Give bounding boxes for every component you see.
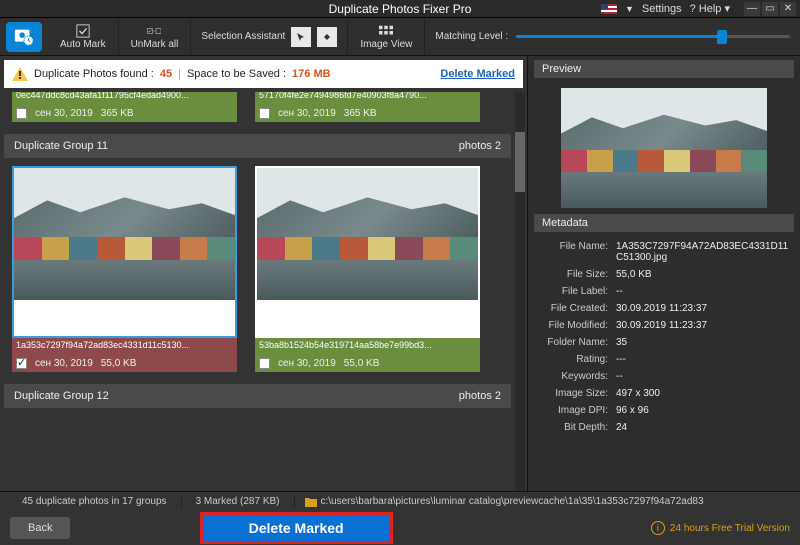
group-header: Duplicate Group 12photos 2	[4, 384, 511, 408]
minimize-button[interactable]: —	[744, 2, 760, 16]
info-bar: Duplicate Photos found : 45 | Space to b…	[4, 60, 523, 88]
checkbox[interactable]	[16, 108, 27, 119]
matching-slider[interactable]	[516, 35, 790, 38]
thumbnail-card[interactable]: 53ba8b1524b54e319714aa58be7e99bd3... сен…	[255, 166, 480, 372]
status-path: c:\users\barbara\pictures\luminar catalo…	[295, 496, 704, 507]
language-flag[interactable]	[601, 4, 617, 14]
checkbox[interactable]	[259, 358, 270, 369]
metadata-row: Image DPI:96 x 96	[538, 402, 790, 419]
preview-image	[561, 88, 767, 208]
metadata-row: File Modified:30.09.2019 11:23:37	[538, 317, 790, 334]
maximize-button[interactable]: ▭	[762, 2, 778, 16]
thumbnail-image	[14, 168, 235, 300]
metadata-panel: File Name:1A353C7297F94A72AD83EC4331D11C…	[534, 236, 794, 438]
warning-icon	[12, 67, 28, 81]
selection-assistant-label: Selection Assistant	[201, 31, 285, 42]
found-count: 45	[160, 68, 172, 80]
unmark-icon	[147, 24, 161, 38]
metadata-row: Bit Depth:24	[538, 419, 790, 436]
metadata-row: File Size:55,0 KB	[538, 266, 790, 283]
imageview-button[interactable]: Image View	[348, 19, 425, 55]
close-button[interactable]: ✕	[780, 2, 796, 16]
matching-level-label: Matching Level :	[435, 31, 508, 42]
status-bar: 45 duplicate photos in 17 groups 3 Marke…	[0, 491, 800, 511]
checkbox[interactable]	[259, 108, 270, 119]
scrollbar[interactable]	[515, 92, 525, 491]
metadata-row: Rating:---	[538, 351, 790, 368]
status-marked: 3 Marked (287 KB)	[182, 496, 295, 507]
grid-icon	[379, 24, 393, 38]
thumbnail-card[interactable]: 1a353c7297f94a72ad83ec4331d11c5130... се…	[12, 166, 237, 372]
thumbnail-strip[interactable]: 57170f4fe2e7494986fd7e40903f8a4790... се…	[255, 92, 480, 122]
delete-marked-button[interactable]: Delete Marked	[200, 512, 393, 544]
metadata-row: File Created:30.09.2019 11:23:37	[538, 300, 790, 317]
app-logo	[6, 22, 42, 52]
status-summary: 45 duplicate photos in 17 groups	[8, 496, 182, 507]
metadata-row: Folder Name:35	[538, 334, 790, 351]
metadata-row: File Name:1A353C7297F94A72AD83EC4331D11C…	[538, 238, 790, 266]
unmarkall-button[interactable]: UnMark all	[119, 19, 192, 55]
back-button[interactable]: Back	[10, 517, 70, 539]
selection-tool-2[interactable]	[317, 27, 337, 47]
preview-title: Preview	[534, 60, 794, 78]
help-menu[interactable]: ? Help ▾	[690, 2, 730, 15]
settings-link[interactable]: Settings	[642, 3, 682, 15]
folder-icon	[305, 497, 317, 507]
automark-icon	[76, 24, 90, 38]
group-header: Duplicate Group 11photos 2	[4, 134, 511, 158]
delete-marked-link[interactable]: Delete Marked	[440, 68, 515, 80]
app-title: Duplicate Photos Fixer Pro	[329, 2, 472, 16]
space-saved: 176 MB	[292, 68, 331, 80]
thumbnail-strip[interactable]: 0ec447ddc8cd43afa1f11795cf4edad4900... с…	[12, 92, 237, 122]
metadata-row: Image Size:497 x 300	[538, 385, 790, 402]
metadata-row: File Label:--	[538, 283, 790, 300]
selection-tool-1[interactable]	[291, 27, 311, 47]
metadata-title: Metadata	[534, 214, 794, 232]
thumbnail-image	[257, 168, 478, 300]
checkbox[interactable]	[16, 358, 27, 369]
automark-button[interactable]: Auto Mark	[48, 19, 119, 55]
metadata-row: Keywords:--	[538, 368, 790, 385]
